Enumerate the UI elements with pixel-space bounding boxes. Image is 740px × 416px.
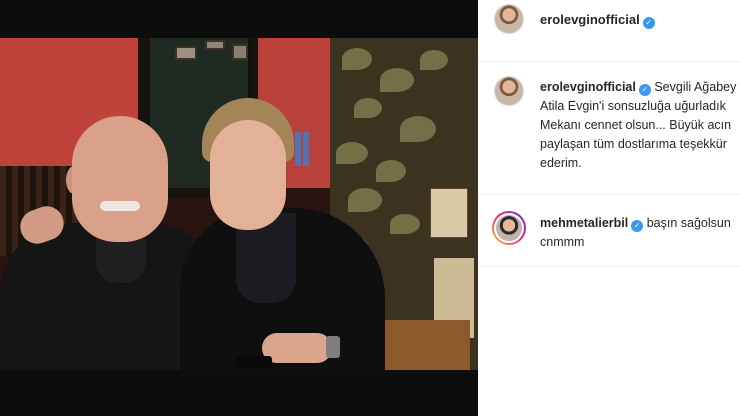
post-header: erolevginofficial ✓: [478, 0, 740, 62]
caption-text: Sevgili Ağabey: [654, 80, 737, 94]
phone-on-table: [236, 356, 272, 368]
divider: [478, 266, 740, 267]
bottles: [295, 126, 317, 166]
verified-badge-icon: ✓: [638, 84, 651, 96]
verified-badge-icon: ✓: [631, 220, 644, 232]
leaf: [354, 98, 382, 118]
caption-username[interactable]: erolevginofficial: [540, 80, 636, 94]
leaf: [420, 50, 448, 70]
older-man-mustache: [100, 201, 140, 211]
caption-text: Mekanı cennet olsun... Büyük acın: [540, 118, 732, 132]
bottle: [295, 132, 301, 166]
caption-text: paylaşan tüm dostlarıma teşekkür: [540, 137, 727, 151]
author-avatar[interactable]: [494, 4, 524, 34]
picture-frame: [232, 44, 248, 60]
caption-avatar[interactable]: [494, 76, 524, 106]
post-sidebar: erolevginofficial ✓ erolevginofficial ✓ Se…: [478, 0, 740, 416]
post-image[interactable]: [0, 38, 478, 370]
comment-username[interactable]: mehmetalierbil: [540, 216, 628, 230]
younger-man-head: [210, 120, 286, 230]
comment-text: cnmmm: [540, 235, 585, 249]
commenter-avatar[interactable]: [492, 211, 526, 245]
leaf: [342, 48, 372, 70]
poster: [430, 188, 468, 238]
leaf: [376, 160, 406, 182]
caption-text: ederim.: [540, 156, 582, 170]
comment: mehmetalierbil ✓ başın sağolsun cnmmm: [540, 214, 740, 252]
bottle: [303, 132, 309, 166]
post-caption: erolevginofficial ✓ Sevgili Ağabey Atila …: [540, 78, 740, 173]
older-man-head: [72, 116, 168, 242]
younger-man-hand: [262, 333, 332, 363]
commenter-avatar-image: [494, 213, 524, 243]
verified-badge-icon: ✓: [642, 17, 655, 29]
divider: [478, 194, 740, 195]
leaf: [390, 214, 420, 234]
caption-text: Atila Evgin'i sonsuzluğa uğurladık: [540, 99, 726, 113]
picture-frame: [205, 40, 225, 50]
leaf: [348, 188, 382, 212]
leaf: [400, 116, 436, 142]
comment-text: başın sağolsun: [646, 216, 731, 230]
leaf: [336, 142, 368, 164]
wristwatch: [326, 336, 340, 358]
picture-frame: [175, 46, 197, 60]
author-username[interactable]: erolevginofficial ✓: [540, 12, 655, 29]
leaf: [380, 68, 414, 92]
post-photo-panel: [0, 0, 478, 416]
